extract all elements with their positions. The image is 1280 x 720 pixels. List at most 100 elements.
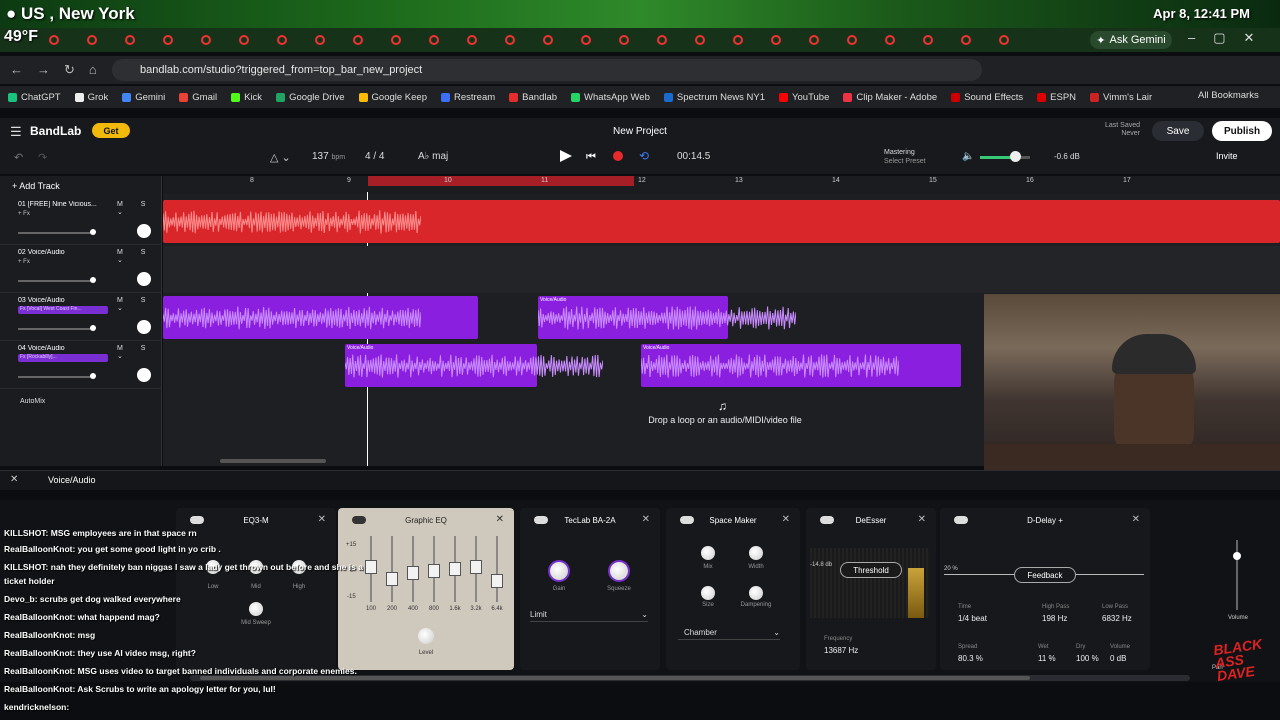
- track-pan-knob[interactable]: [137, 368, 151, 382]
- timeline-scrollbar[interactable]: [220, 459, 326, 463]
- browser-tab[interactable]: [386, 32, 406, 48]
- browser-tab[interactable]: [766, 32, 786, 48]
- browser-tab[interactable]: [120, 32, 140, 48]
- close-icon[interactable]: ✕: [642, 514, 650, 525]
- track-fx[interactable]: Fx [Rockabilly]...: [18, 354, 108, 362]
- track-header[interactable]: 02 Voice/Audio + Fx M S ⌄: [0, 246, 162, 293]
- undo-icon[interactable]: ↶: [14, 151, 23, 164]
- bookmark[interactable]: ChatGPT: [8, 92, 61, 103]
- delay-param-value[interactable]: 100 %: [1076, 654, 1099, 663]
- browser-tab[interactable]: [804, 32, 824, 48]
- eq-fader-cap[interactable]: [428, 564, 440, 578]
- key-display[interactable]: A♭ maj: [418, 151, 448, 162]
- loop-button[interactable]: ⟲: [639, 149, 649, 163]
- track-volume-knob[interactable]: [90, 229, 96, 235]
- loop-region[interactable]: [368, 176, 634, 186]
- rewind-button[interactable]: ⏮: [586, 151, 596, 164]
- track-volume-slider[interactable]: [18, 280, 92, 282]
- knob-size[interactable]: [701, 586, 715, 600]
- browser-tab[interactable]: [196, 32, 216, 48]
- track-name[interactable]: 04 Voice/Audio: [18, 345, 100, 352]
- chat-username[interactable]: RealBalloonKnot:: [4, 648, 78, 658]
- browser-tab[interactable]: [538, 32, 558, 48]
- bookmark[interactable]: Kick: [231, 92, 262, 103]
- close-icon[interactable]: ✕: [782, 514, 790, 525]
- level-knob[interactable]: [418, 628, 434, 644]
- audio-clip[interactable]: Voice/Audio: [538, 296, 796, 339]
- bookmark[interactable]: Google Keep: [358, 92, 427, 103]
- close-icon[interactable]: ✕: [918, 514, 926, 525]
- browser-tab[interactable]: [614, 32, 634, 48]
- mute-solo-buttons[interactable]: M S ⌄: [117, 201, 162, 216]
- feedback-pill[interactable]: Feedback: [1014, 567, 1076, 583]
- ask-gemini-button[interactable]: ✦ Ask Gemini: [1090, 31, 1172, 49]
- delay-param-value[interactable]: 11 %: [1038, 654, 1056, 663]
- browser-tab[interactable]: [234, 32, 254, 48]
- track-volume-knob[interactable]: [90, 325, 96, 331]
- bookmark[interactable]: Google Drive: [276, 92, 345, 103]
- invite-button[interactable]: Invite: [1216, 151, 1238, 161]
- browser-tab[interactable]: [576, 32, 596, 48]
- metronome-icon[interactable]: △ ⌄: [270, 151, 291, 164]
- delay-param-value[interactable]: 1/4 beat: [958, 614, 987, 623]
- add-track-button[interactable]: + Add Track: [12, 181, 60, 191]
- automix-row[interactable]: AutoMix: [20, 398, 45, 405]
- mute-solo-buttons[interactable]: M S ⌄: [117, 297, 162, 312]
- track-pan-knob[interactable]: [137, 224, 151, 238]
- track-fx[interactable]: Fx [Vocal] West Coast Fin...: [18, 306, 108, 314]
- track-name[interactable]: 01 [FREE] Nine Vicious...: [18, 201, 100, 208]
- volume-fader-knob[interactable]: [1233, 552, 1241, 560]
- freq-value[interactable]: 13687 Hz: [824, 646, 858, 655]
- track-volume-knob[interactable]: [90, 277, 96, 283]
- delay-param-value[interactable]: 6832 Hz: [1102, 614, 1132, 623]
- address-bar[interactable]: bandlab.com/studio?triggered_from=top_ba…: [112, 59, 982, 81]
- plugin-teclab[interactable]: TecLab BA-2A ✕ Gain Squeeze Limit ⌄: [520, 508, 660, 670]
- eq-fader-cap[interactable]: [449, 562, 461, 576]
- timeline-ruler[interactable]: [163, 176, 1280, 194]
- close-icon[interactable]: ✕: [318, 514, 326, 525]
- time-signature[interactable]: 4 / 4: [365, 151, 384, 162]
- track-lane-empty[interactable]: [163, 246, 1280, 293]
- chat-username[interactable]: Devo_b:: [4, 594, 40, 604]
- browser-tab[interactable]: [310, 32, 330, 48]
- browser-tab[interactable]: [842, 32, 862, 48]
- chat-username[interactable]: KILLSHOT:: [4, 562, 51, 572]
- track-name[interactable]: 03 Voice/Audio: [18, 297, 100, 304]
- mute-solo-buttons[interactable]: M S ⌄: [117, 345, 162, 360]
- eq-fader-cap[interactable]: [491, 574, 503, 588]
- master-volume-knob[interactable]: [1010, 151, 1021, 162]
- track-header[interactable]: 04 Voice/Audio Fx [Rockabilly]... M S ⌄: [0, 342, 162, 389]
- knob-gain[interactable]: [550, 562, 568, 580]
- bookmark[interactable]: Gmail: [179, 92, 217, 103]
- preset-select[interactable]: Chamber ⌄: [678, 624, 780, 640]
- browser-tab[interactable]: [82, 32, 102, 48]
- track-volume-slider[interactable]: [18, 232, 92, 234]
- plugin-delay[interactable]: D-Delay + ✕ 20 % Feedback Time 1/4 beat Hi…: [940, 508, 1150, 670]
- mastering-selector[interactable]: Mastering Select Preset: [884, 148, 926, 166]
- threshold-pill[interactable]: Threshold: [840, 562, 902, 578]
- chat-username[interactable]: RealBalloonKnot:: [4, 684, 77, 694]
- browser-tab[interactable]: [44, 32, 64, 48]
- track-name[interactable]: 02 Voice/Audio: [18, 249, 100, 256]
- publish-button[interactable]: Publish: [1212, 121, 1272, 141]
- close-rack-icon[interactable]: ✕: [10, 474, 18, 485]
- close-icon[interactable]: ✕: [496, 514, 504, 525]
- chat-username[interactable]: kendricknelson:: [4, 702, 69, 712]
- get-badge[interactable]: Get: [92, 123, 130, 138]
- track-volume-knob[interactable]: [90, 373, 96, 379]
- browser-tab[interactable]: [424, 32, 444, 48]
- window-controls[interactable]: –▢✕: [1188, 30, 1272, 46]
- track-fx[interactable]: + Fx: [18, 259, 30, 265]
- browser-tab[interactable]: [348, 32, 368, 48]
- bookmark[interactable]: ESPN: [1037, 92, 1076, 103]
- browser-tab[interactable]: [272, 32, 292, 48]
- track-pan-knob[interactable]: [137, 320, 151, 334]
- menu-icon[interactable]: ☰: [10, 124, 22, 140]
- browser-tab[interactable]: [690, 32, 710, 48]
- mode-select[interactable]: Limit ⌄: [530, 606, 648, 622]
- close-icon[interactable]: ✕: [1132, 514, 1140, 525]
- chat-username[interactable]: RealBalloonKnot:: [4, 630, 78, 640]
- bookmark[interactable]: Clip Maker - Adobe: [843, 92, 937, 103]
- knob-dampening[interactable]: [749, 586, 763, 600]
- delay-param-value[interactable]: 0 dB: [1110, 654, 1126, 663]
